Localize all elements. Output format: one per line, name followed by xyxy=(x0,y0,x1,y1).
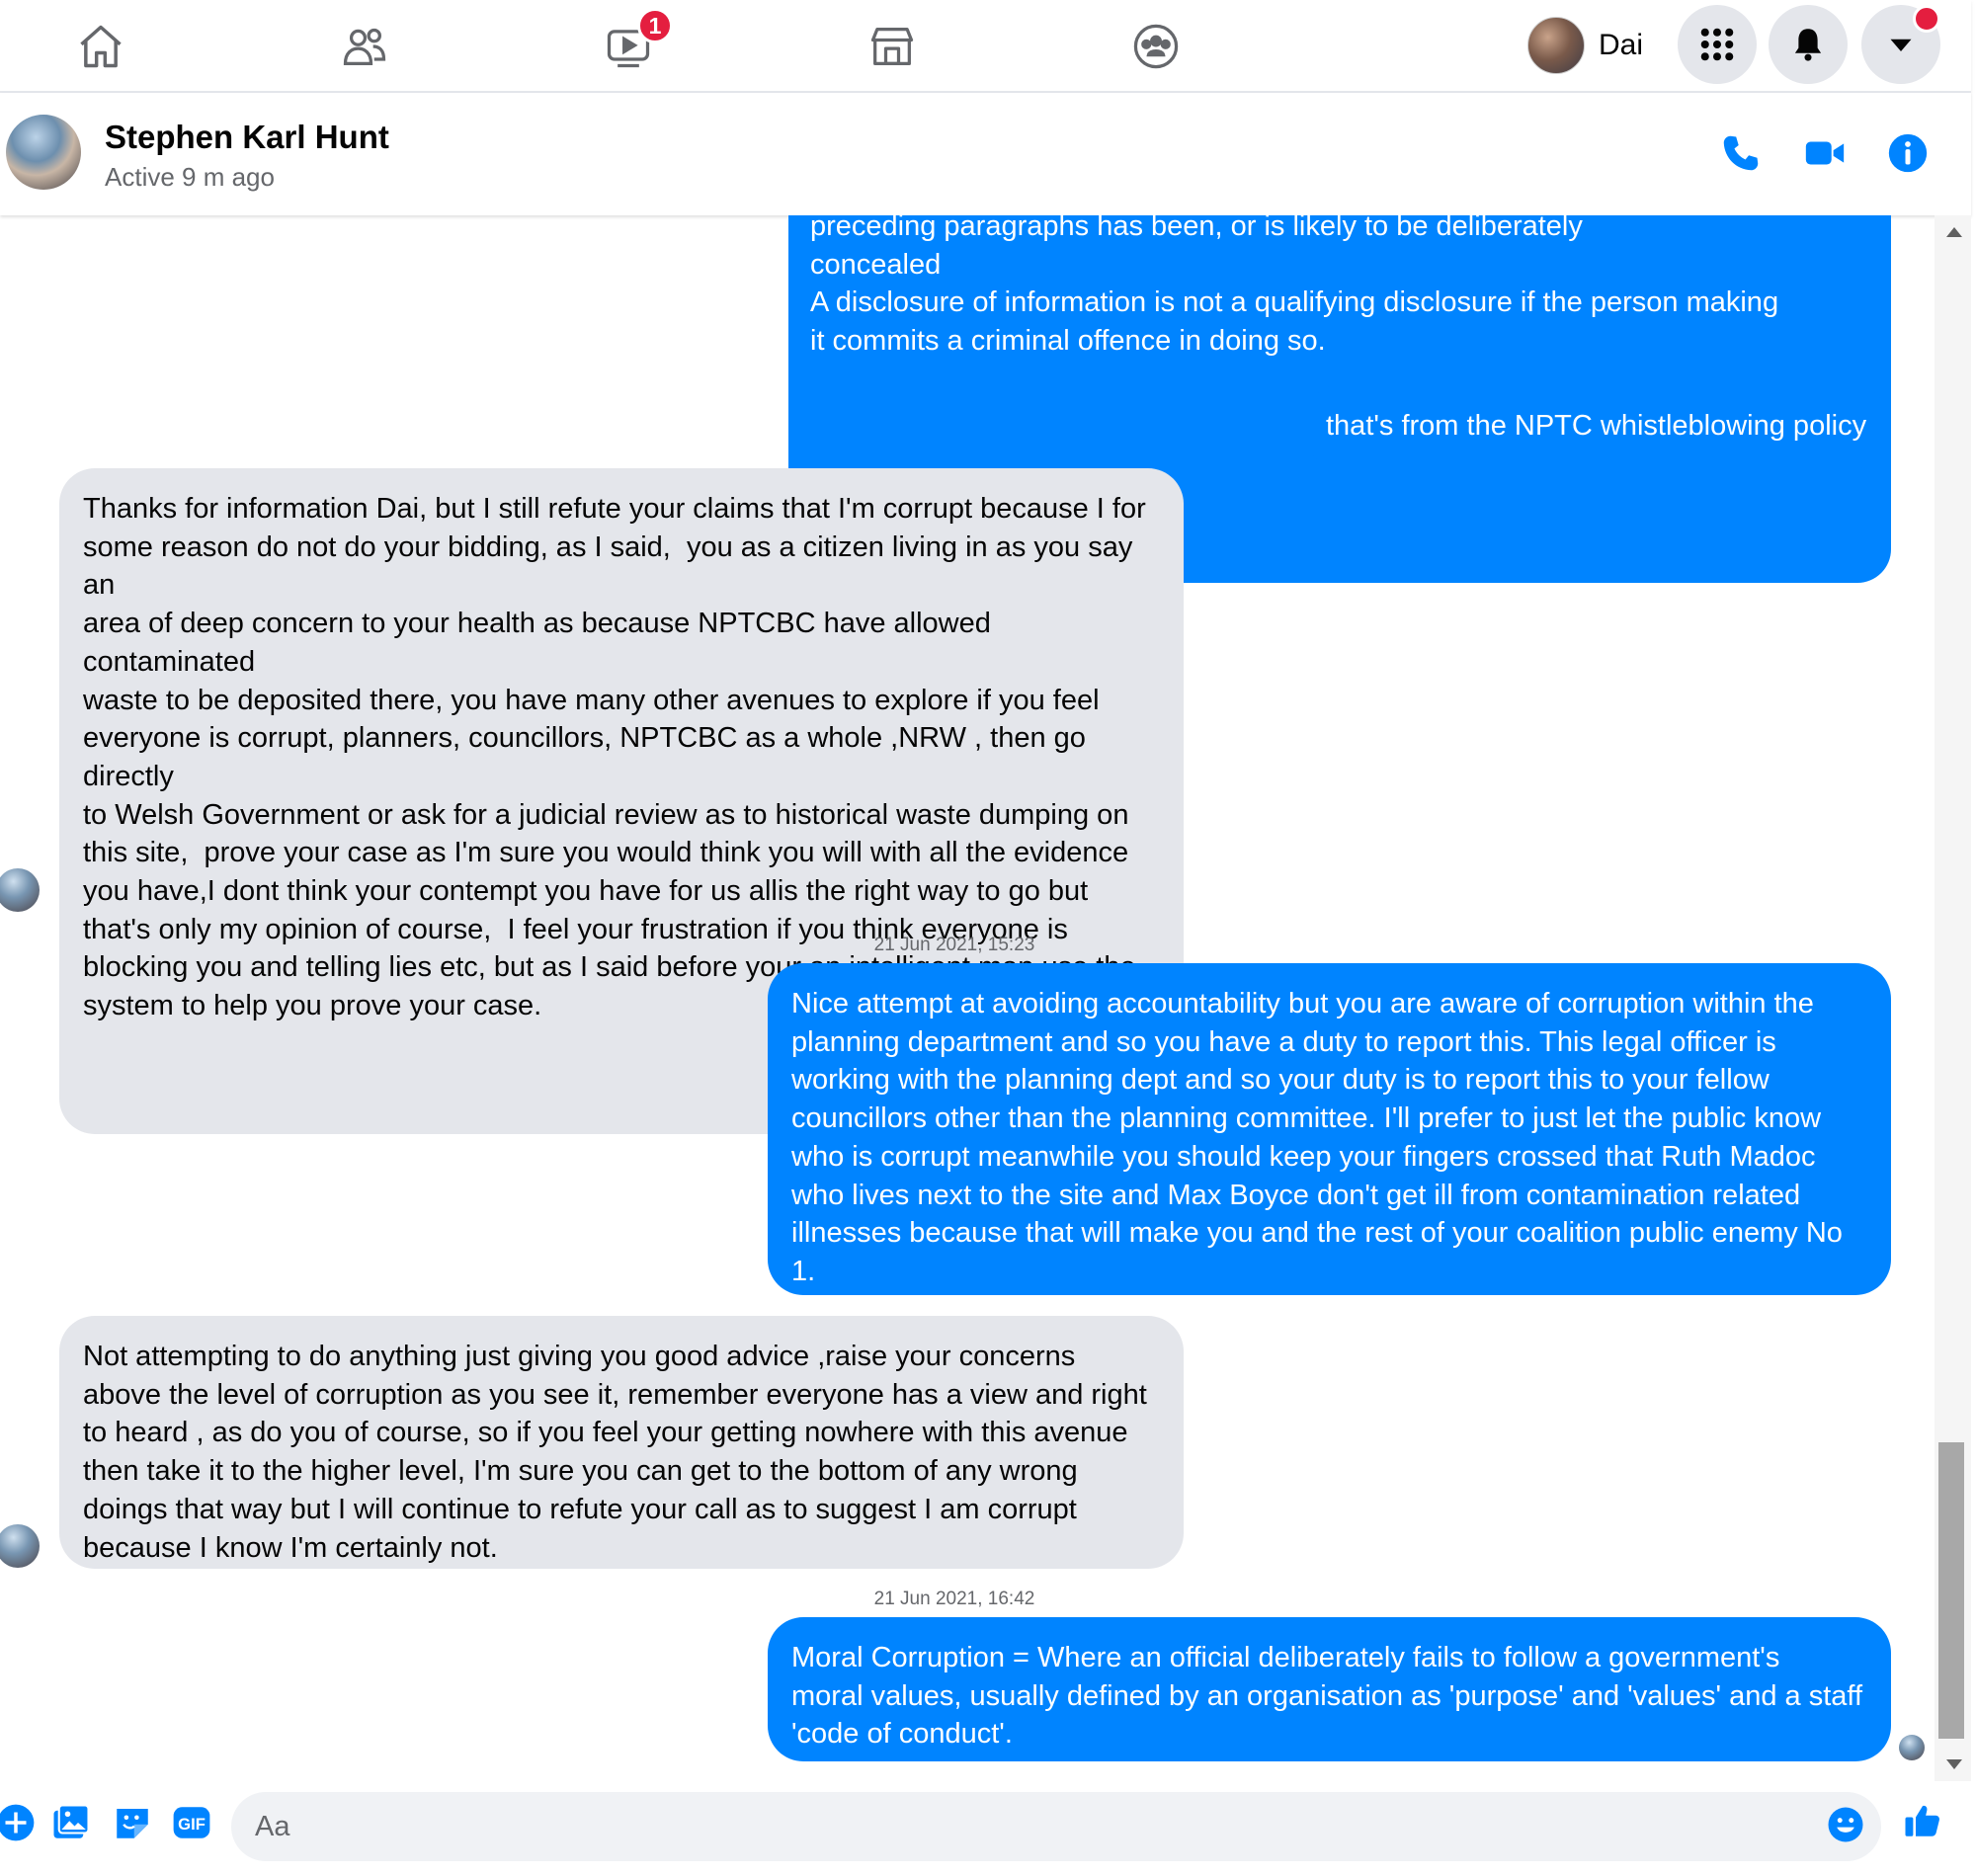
phone-icon[interactable] xyxy=(1716,128,1766,178)
message-input[interactable] xyxy=(231,1792,1881,1861)
notification-badge: 1 xyxy=(637,8,673,43)
marketplace-icon[interactable] xyxy=(858,12,927,81)
contact-status: Active 9 m ago xyxy=(105,162,275,192)
notifications-button[interactable] xyxy=(1769,5,1848,84)
groups-icon[interactable] xyxy=(1121,12,1191,81)
message-composer: GIF xyxy=(0,1781,1971,1876)
friends-icon[interactable] xyxy=(330,12,399,81)
contact-avatar[interactable] xyxy=(6,115,81,190)
outgoing-message[interactable]: that's from the NPTC whistleblowing poli… xyxy=(1302,383,1891,470)
outgoing-message[interactable]: Nice attempt at avoiding accountability … xyxy=(768,963,1891,1295)
contact-name[interactable]: Stephen Karl Hunt xyxy=(105,119,389,156)
bell-icon xyxy=(1794,29,1822,61)
account-menu-button[interactable] xyxy=(1861,5,1940,84)
scroll-up-arrow-icon[interactable] xyxy=(1946,227,1962,237)
caret-down-icon xyxy=(1890,39,1912,51)
outgoing-message[interactable]: Moral Corruption = Where an official del… xyxy=(768,1617,1891,1761)
video-camera-icon[interactable] xyxy=(1800,128,1850,178)
home-icon[interactable] xyxy=(66,12,135,81)
watch-icon[interactable]: 1 xyxy=(594,8,673,81)
scroll-down-arrow-icon[interactable] xyxy=(1946,1759,1962,1769)
image-icon[interactable] xyxy=(49,1801,93,1844)
gif-icon[interactable]: GIF xyxy=(170,1801,213,1844)
avatar xyxy=(1527,17,1585,74)
seen-indicator-avatar xyxy=(1899,1735,1925,1760)
sender-avatar xyxy=(0,868,40,912)
gif-label: GIF xyxy=(178,1815,206,1834)
thumbs-up-icon[interactable] xyxy=(1901,1799,1944,1842)
scrollbar[interactable] xyxy=(1935,215,1971,1781)
sticker-icon[interactable] xyxy=(111,1801,154,1844)
incoming-message[interactable]: Not attempting to do anything just givin… xyxy=(59,1316,1184,1569)
chat-header: Stephen Karl Hunt Active 9 m ago xyxy=(0,93,1971,215)
menu-grid-button[interactable] xyxy=(1678,5,1757,84)
emoji-icon[interactable] xyxy=(1824,1803,1867,1846)
message-timestamp: 21 Jun 2021, 15:23 xyxy=(873,935,1035,955)
unread-dot xyxy=(1913,5,1940,33)
menu-grid-icon xyxy=(1700,28,1734,61)
top-navigation-bar: 1 Dai xyxy=(0,0,1971,93)
profile-chip[interactable]: Dai xyxy=(1527,14,1643,77)
sender-avatar xyxy=(0,1524,40,1568)
profile-name: Dai xyxy=(1599,29,1644,61)
info-icon[interactable] xyxy=(1883,128,1933,178)
plus-icon[interactable] xyxy=(0,1801,38,1844)
message-timestamp: 21 Jun 2021, 16:42 xyxy=(873,1589,1035,1609)
scrollbar-thumb[interactable] xyxy=(1938,1442,1964,1739)
message-thread[interactable]: preceding paragraphs has been, or is lik… xyxy=(0,215,1935,1781)
